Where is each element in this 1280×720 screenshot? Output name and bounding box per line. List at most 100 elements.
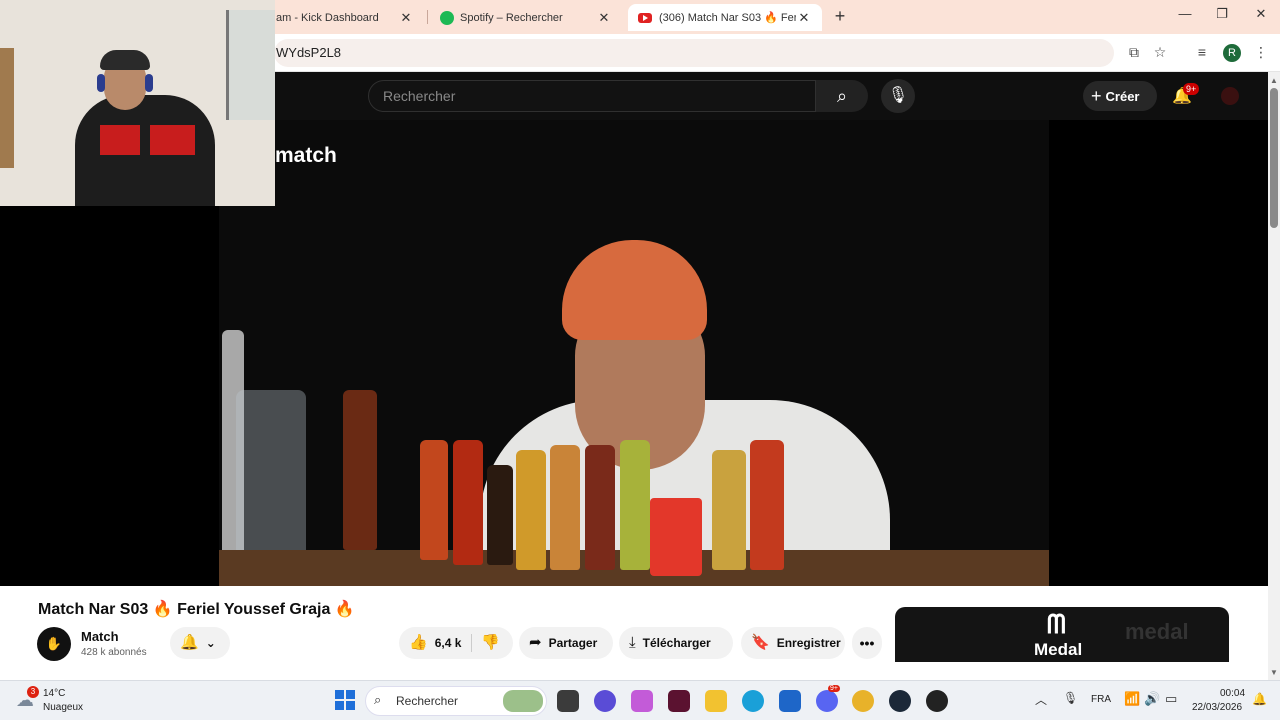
volume-icon[interactable]: 🔊	[1144, 691, 1160, 707]
close-window-button[interactable]: ✕	[1251, 6, 1271, 22]
mic-icon: 🎙	[887, 87, 909, 104]
video-title: Match Nar S03 🔥 Feriel Youssef Graja 🔥	[38, 601, 355, 618]
bookmark-star-icon[interactable]: ☆	[1151, 44, 1169, 61]
app-icon[interactable]	[668, 690, 690, 712]
like-dislike-group[interactable]: 👍 6,4 k 👎	[399, 627, 513, 659]
tab-youtube-active[interactable]: (306) Match Nar S03 🔥 Feriel Y ✕	[628, 4, 822, 31]
close-tab-icon[interactable]: ✕	[398, 10, 414, 26]
thumbs-down-icon[interactable]: 👎	[481, 627, 500, 659]
hot-sauce-bottle	[487, 465, 513, 565]
url-field[interactable]: WYdsP2L8	[274, 39, 1114, 67]
plus-icon: +	[1091, 86, 1102, 106]
tab-title: Spotify – Rechercher	[460, 11, 563, 24]
webcam-window	[226, 10, 275, 120]
windows-logo-icon	[346, 690, 355, 699]
profile-avatar[interactable]: R	[1223, 44, 1241, 62]
save-button[interactable]: 🔖 Enregistrer	[741, 627, 845, 659]
hot-sauce-bottle	[516, 450, 546, 570]
steam-icon[interactable]	[889, 690, 911, 712]
share-button[interactable]: ➦ Partager	[519, 627, 613, 659]
new-tab-button[interactable]: +	[830, 6, 850, 27]
show-hidden-icons-icon[interactable]: ︿	[1035, 691, 1047, 708]
battery-icon[interactable]: ▭	[1165, 691, 1177, 707]
tab-kick-dashboard[interactable]: am - Kick Dashboard ✕	[266, 4, 424, 31]
windows-logo-icon	[335, 690, 344, 699]
tab-title: (306) Match Nar S03 🔥 Feriel Y	[659, 12, 796, 24]
reading-list-icon[interactable]: ≡	[1193, 44, 1211, 60]
download-button[interactable]: ⤓ Télécharger	[619, 627, 733, 659]
webcam-overlay	[0, 0, 275, 206]
channel-watermark: match	[275, 144, 337, 167]
ad-brand-name: Medal	[1034, 640, 1083, 659]
notification-badge: 9+	[1183, 83, 1200, 95]
maximize-button[interactable]: ❐	[1212, 6, 1232, 22]
notification-center-icon[interactable]: 🔔	[1252, 692, 1267, 706]
ad-background-text: medal	[1125, 619, 1189, 644]
file-explorer-icon[interactable]	[705, 690, 727, 712]
more-actions-button[interactable]: •••	[852, 627, 882, 659]
menu-dots-icon[interactable]: ⋮	[1252, 44, 1270, 61]
tab-separator	[427, 10, 428, 24]
thumbs-up-icon[interactable]: 👍	[409, 634, 428, 651]
search-input[interactable]: Rechercher	[368, 80, 816, 112]
edge-icon[interactable]	[742, 690, 764, 712]
weather-alert-badge: 3	[27, 686, 39, 698]
minimize-button[interactable]: —	[1175, 6, 1195, 21]
spotify-icon	[440, 10, 454, 25]
streamer-hair	[100, 50, 150, 70]
account-avatar[interactable]	[1221, 87, 1239, 105]
scroll-up-arrow-icon[interactable]: ▲	[1268, 76, 1280, 85]
teams-chat-icon[interactable]	[594, 690, 616, 712]
share-label: Partager	[548, 636, 598, 650]
download-icon: ⤓	[629, 634, 636, 651]
discord-icon[interactable]	[816, 690, 838, 712]
headphones-icon	[145, 74, 153, 92]
subscription-bell-button[interactable]: 🔔 ⌄	[170, 627, 230, 659]
start-button[interactable]	[335, 690, 355, 710]
language-indicator[interactable]: FRA	[1091, 694, 1111, 705]
bell-icon: 🔔	[180, 634, 199, 651]
close-tab-icon[interactable]: ✕	[796, 10, 812, 26]
hot-sauce-bottle	[712, 450, 746, 570]
windows-logo-icon	[346, 701, 355, 710]
share-icon: ➦	[529, 634, 542, 651]
store-icon[interactable]	[779, 690, 801, 712]
channel-avatar[interactable]: ✋	[37, 627, 71, 661]
jacket-stripe	[100, 125, 140, 155]
weather-temperature[interactable]: 14°C	[43, 688, 65, 699]
hot-sauce-bottle	[420, 440, 448, 560]
obs-icon[interactable]	[926, 690, 948, 712]
tab-spotify[interactable]: Spotify – Rechercher ✕	[430, 4, 622, 31]
youtube-icon	[638, 12, 652, 23]
bookmark-icon: 🔖	[751, 634, 770, 651]
close-tab-icon[interactable]: ✕	[596, 10, 612, 26]
mic-icon[interactable]: 🎙	[1063, 691, 1078, 705]
headphones-icon	[97, 74, 105, 92]
search-button[interactable]: ⌕	[816, 80, 868, 112]
wifi-icon[interactable]: 📶	[1124, 691, 1140, 707]
hot-sauce-bottle	[453, 440, 483, 565]
create-button[interactable]: + Créer	[1083, 81, 1157, 111]
hot-sauce-bottle	[750, 440, 784, 570]
webcam-door	[0, 48, 14, 168]
medal-ad-banner[interactable]: medal ᗰ Medal	[895, 607, 1229, 662]
save-label: Enregistrer	[776, 636, 841, 650]
search-icon: ⌕	[836, 86, 848, 106]
voice-search-button[interactable]: 🎙	[881, 79, 915, 113]
discord-badge: 9+	[828, 685, 840, 692]
clock-date[interactable]: 22/03/2026	[1192, 702, 1242, 713]
chrome-icon[interactable]	[852, 690, 874, 712]
scrollbar-thumb[interactable]	[1270, 88, 1278, 228]
hot-sauce-bottle	[620, 440, 650, 570]
clock-time[interactable]: 00:04	[1220, 688, 1245, 699]
scroll-down-arrow-icon[interactable]: ▼	[1268, 668, 1280, 677]
channel-name[interactable]: Match	[81, 629, 119, 644]
like-count: 6,4 k	[434, 636, 462, 650]
copilot-icon[interactable]	[631, 690, 653, 712]
install-app-icon[interactable]: ⧉	[1125, 44, 1143, 61]
windows-logo-icon	[335, 701, 344, 710]
task-view-icon[interactable]	[557, 690, 579, 712]
search-highlight-icon	[503, 690, 543, 712]
water-pitcher	[236, 390, 306, 570]
weather-description[interactable]: Nuageux	[43, 702, 83, 713]
